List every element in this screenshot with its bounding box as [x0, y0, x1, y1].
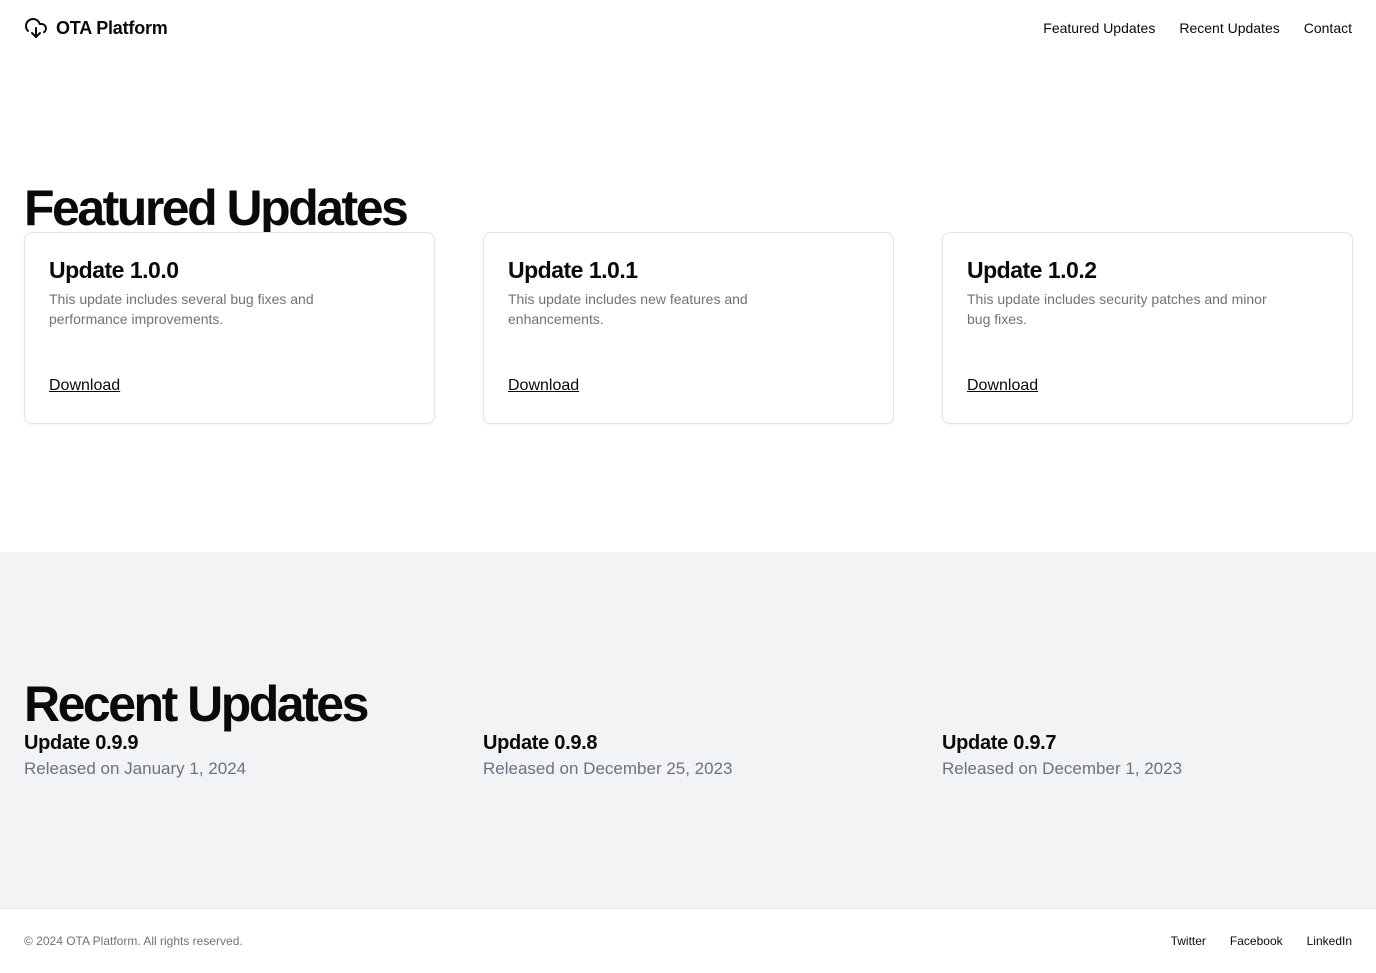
nav-link-featured-updates[interactable]: Featured Updates [1043, 20, 1155, 36]
recent-item-title: Update 0.9.7 [942, 732, 1057, 754]
update-card: Update 1.0.0 This update includes severa… [24, 232, 435, 424]
recent-item: Update 0.9.9 Released on January 1, 2024 [24, 730, 483, 782]
recent-section: Recent Updates Update 0.9.9 Released on … [0, 552, 1376, 909]
brand-name: OTA Platform [56, 17, 168, 38]
nav-link-contact[interactable]: Contact [1304, 20, 1352, 36]
download-link[interactable]: Download [967, 377, 1038, 395]
twitter-link[interactable]: Twitter [1171, 934, 1206, 948]
recent-item: Update 0.9.8 Released on December 25, 20… [483, 730, 942, 782]
recent-item-date: Released on December 25, 2023 [483, 759, 733, 778]
recent-title: Recent Updates [24, 676, 369, 732]
site-header: OTA Platform Featured Updates Recent Upd… [0, 0, 1376, 56]
recent-item-date: Released on December 1, 2023 [942, 759, 1183, 778]
featured-title: Featured Updates [24, 180, 409, 236]
recent-item-title: Update 0.9.8 [483, 732, 598, 754]
site-footer: © 2024 OTA Platform. All rights reserved… [0, 909, 1376, 973]
card-title: Update 1.0.0 [49, 257, 179, 283]
featured-cards: Update 1.0.0 This update includes severa… [24, 232, 1353, 424]
update-card: Update 1.0.2 This update includes securi… [942, 232, 1353, 424]
card-description: This update includes security patches an… [967, 291, 1267, 327]
card-description: This update includes new features and en… [508, 291, 748, 327]
nav-link-recent-updates[interactable]: Recent Updates [1179, 20, 1279, 36]
copyright-text: © 2024 OTA Platform. All rights reserved… [24, 934, 243, 948]
download-link[interactable]: Download [49, 377, 120, 395]
download-link[interactable]: Download [508, 377, 579, 395]
update-card: Update 1.0.1 This update includes new fe… [483, 232, 894, 424]
recent-item-date: Released on January 1, 2024 [24, 759, 247, 778]
facebook-link[interactable]: Facebook [1230, 934, 1283, 948]
social-links: Twitter Facebook LinkedIn [1171, 934, 1352, 948]
recent-item-title: Update 0.9.9 [24, 732, 139, 754]
cloud-download-icon [24, 16, 48, 40]
main-nav: Featured Updates Recent Updates Contact [1043, 20, 1352, 36]
linkedin-link[interactable]: LinkedIn [1307, 934, 1352, 948]
brand[interactable]: OTA Platform [24, 16, 168, 40]
card-description: This update includes several bug fixes a… [49, 291, 314, 327]
card-title: Update 1.0.1 [508, 257, 638, 283]
card-title: Update 1.0.2 [967, 257, 1097, 283]
recent-item: Update 0.9.7 Released on December 1, 202… [942, 730, 1376, 782]
recent-list: Update 0.9.9 Released on January 1, 2024… [24, 730, 1376, 782]
